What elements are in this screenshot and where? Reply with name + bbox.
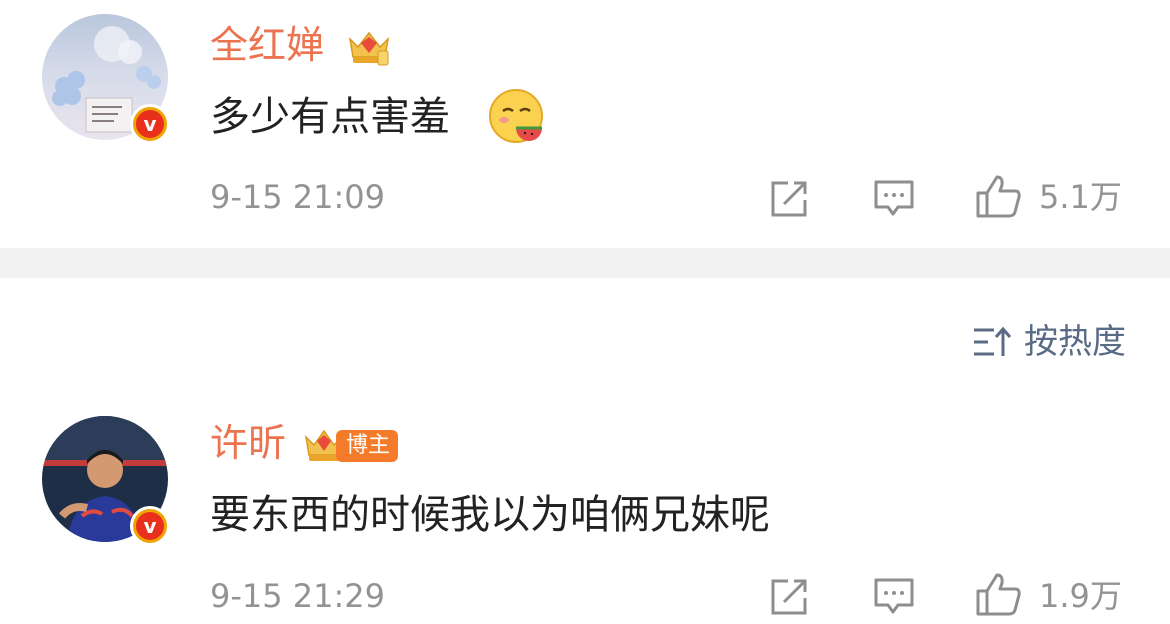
comment-item: v 全红婵 多少有点害羞 9-15 21:09 5.1万: [0, 0, 1170, 248]
sort-toggle[interactable]: 按热度: [972, 320, 1126, 364]
sort-icon: [974, 326, 1012, 356]
like-count: 5.1万: [1039, 178, 1122, 216]
username[interactable]: 全红婵: [210, 22, 324, 68]
shy-melon-emoji: [489, 89, 543, 143]
section-divider: [0, 248, 1170, 278]
thumbs-up-icon[interactable]: [975, 173, 1023, 219]
status-badge: 博主: [336, 430, 399, 462]
timestamp: 9-15 21:29: [210, 577, 386, 615]
crown-icon: [348, 31, 390, 66]
share-icon[interactable]: [768, 576, 810, 618]
comment-text: 要东西的时候我以为咱俩兄妹呢: [210, 492, 770, 538]
sort-label: 按热度: [1024, 322, 1126, 362]
comment-icon[interactable]: [873, 577, 915, 617]
share-icon[interactable]: [768, 178, 810, 220]
like-count: 1.9万: [1039, 577, 1122, 615]
verified-v-icon: v: [130, 104, 170, 144]
thumbs-up-icon[interactable]: [975, 571, 1023, 617]
username[interactable]: 许昕: [210, 420, 286, 466]
verified-v-icon: v: [130, 506, 170, 546]
comment-icon[interactable]: [873, 179, 915, 219]
comment-text: 多少有点害羞: [210, 94, 450, 140]
timestamp: 9-15 21:09: [210, 178, 386, 216]
comment-item: v 许昕 博主 要东西的时候我以为咱俩兄妹呢 9-15 21:29 1.9万: [0, 398, 1170, 624]
